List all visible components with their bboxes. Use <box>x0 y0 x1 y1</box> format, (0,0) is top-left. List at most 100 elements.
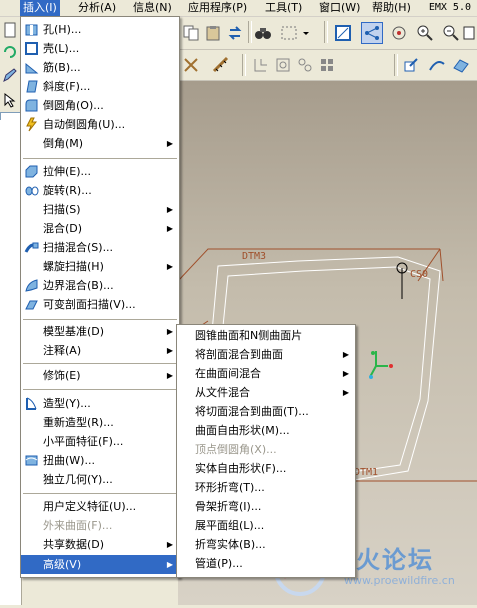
menu-tools[interactable]: 工具(T) <box>262 0 305 16</box>
submenu-item-section-to-surface[interactable]: 将剖面混合到曲面 ▶ <box>177 345 355 364</box>
datum-axis-icon[interactable] <box>272 54 294 76</box>
menu-item-revolve[interactable]: 旋转(R)... <box>21 181 179 200</box>
menu-separator <box>23 493 177 495</box>
submenu-arrow-icon: ▶ <box>166 371 173 380</box>
edit-icon[interactable] <box>2 67 18 83</box>
dropdown-arrow-icon[interactable] <box>300 22 312 44</box>
edge-chain-icon[interactable] <box>426 54 448 76</box>
menu-help[interactable]: 帮助(H) <box>369 0 414 16</box>
menu-window[interactable]: 窗口(W) <box>316 0 363 16</box>
menu-item-swept-blend[interactable]: 扫描混合(S)... <box>21 238 179 257</box>
menu-separator <box>23 363 177 365</box>
zoom-in-icon[interactable] <box>414 22 436 44</box>
submenu-arrow-icon: ▶ <box>166 540 173 549</box>
menu-item-restyle[interactable]: 重新造型(R)... <box>21 413 179 432</box>
submenu-arrow-icon: ▶ <box>342 350 349 359</box>
product-label: EMX 5.0 <box>428 2 471 13</box>
paste-icon[interactable] <box>202 22 224 44</box>
menu-insert[interactable]: 插入(I) <box>20 0 60 16</box>
submenu-item-from-file[interactable]: 从文件混合 ▶ <box>177 383 355 402</box>
datum-csys-icon[interactable] <box>316 54 338 76</box>
toolbar-feature <box>178 50 477 81</box>
datum-axis-display-icon[interactable] <box>361 22 383 44</box>
menu-item-hole[interactable]: 孔(H)... <box>21 20 179 39</box>
insert-menu: 孔(H)... 壳(L)... 筋(B)... 斜度(F)... 倒圆角(O).… <box>20 16 180 578</box>
menu-item-sweep[interactable]: 扫描(S) ▶ <box>21 200 179 219</box>
submenu-item-conic-surface[interactable]: 圆锥曲面和N侧曲面片 <box>177 326 355 345</box>
sketch-icon[interactable] <box>400 54 422 76</box>
menu-item-foreign-surface: 外来曲面(F)... <box>21 516 179 535</box>
menu-item-label: 造型(Y)... <box>43 397 91 410</box>
menu-item-rib[interactable]: 筋(B)... <box>21 58 179 77</box>
style-icon <box>26 397 37 410</box>
surface-icon[interactable] <box>450 54 472 76</box>
zoom-out-icon[interactable] <box>440 22 462 44</box>
menu-item-advanced[interactable]: 高级(V) ▶ <box>21 555 179 574</box>
menu-item-variable-section-sweep[interactable]: 可变剖面扫描(V)... <box>21 295 179 314</box>
menu-item-label: 模型基准(D) <box>43 325 105 338</box>
menu-item-label: 小平面特征(F)... <box>43 435 124 448</box>
undo-icon[interactable] <box>2 44 18 60</box>
submenu-item-pipe[interactable]: 管道(P)... <box>177 554 355 573</box>
menu-item-independent-geometry[interactable]: 独立几何(Y)... <box>21 470 179 489</box>
new-icon[interactable] <box>2 22 18 38</box>
datum-plane-icon[interactable] <box>250 54 272 76</box>
advanced-submenu: 圆锥曲面和N侧曲面片 将剖面混合到曲面 ▶ 在曲面间混合 ▶ 从文件混合 ▶ 将… <box>176 324 356 578</box>
menu-item-udf[interactable]: 用户定义特征(U)... <box>21 497 179 516</box>
menu-item-round[interactable]: 倒圆角(O)... <box>21 96 179 115</box>
orient-icon[interactable] <box>388 22 410 44</box>
draft-icon <box>26 80 38 93</box>
find-icon[interactable] <box>252 22 274 44</box>
menu-item-label: 骨架折弯(I)... <box>195 500 262 513</box>
submenu-item-solid-free-form[interactable]: 实体自由形状(F)... <box>177 459 355 478</box>
menu-item-shared-data[interactable]: 共享数据(D) ▶ <box>21 535 179 554</box>
submenu-item-surface-free-form[interactable]: 曲面自由形状(M)... <box>177 421 355 440</box>
menu-item-chamfer[interactable]: 倒角(M) ▶ <box>21 134 179 153</box>
menu-item-annotation[interactable]: 注释(A) ▶ <box>21 341 179 360</box>
submenu-arrow-icon: ▶ <box>166 224 173 233</box>
submenu-item-tangent-to-surface[interactable]: 将切面混合到曲面(T)... <box>177 402 355 421</box>
submenu-arrow-icon: ▶ <box>166 139 173 148</box>
datum-plane-display-icon[interactable] <box>332 22 354 44</box>
submenu-item-toroidal-bend[interactable]: 环形折弯(T)... <box>177 478 355 497</box>
menu-info[interactable]: 信息(N) <box>130 0 175 16</box>
menu-item-helical-sweep[interactable]: 螺旋扫描(H) ▶ <box>21 257 179 276</box>
menu-item-shell[interactable]: 壳(L)... <box>21 39 179 58</box>
menu-item-boundary-blend[interactable]: 边界混合(B)... <box>21 276 179 295</box>
menu-item-label: 扫描混合(S)... <box>43 241 114 254</box>
menu-item-warp[interactable]: 扭曲(W)... <box>21 451 179 470</box>
menu-item-label: 扫描(S) <box>43 203 81 216</box>
menu-item-extrude[interactable]: 拉伸(E)... <box>21 162 179 181</box>
menu-item-facet-feature[interactable]: 小平面特征(F)... <box>21 432 179 451</box>
cross-section-icon[interactable] <box>180 54 202 76</box>
select-box-icon[interactable] <box>278 22 300 44</box>
menu-applications[interactable]: 应用程序(P) <box>185 0 250 16</box>
datum-label-cs0: CS0 <box>410 269 429 280</box>
menu-bar: 插入(I) 分析(A) 信息(N) 应用程序(P) 工具(T) 窗口(W) 帮助… <box>0 0 477 17</box>
menu-item-label: 拉伸(E)... <box>43 165 92 178</box>
copy-icon[interactable] <box>180 22 202 44</box>
refit-icon[interactable] <box>462 22 476 44</box>
submenu-item-between-surfaces[interactable]: 在曲面间混合 ▶ <box>177 364 355 383</box>
submenu-item-bend-solid[interactable]: 折弯实体(B)... <box>177 535 355 554</box>
menu-item-model-datum[interactable]: 模型基准(D) ▶ <box>21 322 179 341</box>
submenu-arrow-icon: ▶ <box>166 205 173 214</box>
select-icon[interactable] <box>2 92 18 108</box>
submenu-item-spinal-bend[interactable]: 骨架折弯(I)... <box>177 497 355 516</box>
menu-item-draft[interactable]: 斜度(F)... <box>21 77 179 96</box>
submenu-item-flatten-quilt[interactable]: 展平面组(L)... <box>177 516 355 535</box>
datum-point-icon[interactable] <box>294 54 316 76</box>
menu-item-label: 在曲面间混合 <box>195 367 261 380</box>
swept-blend-icon <box>24 242 39 253</box>
submenu-arrow-icon: ▶ <box>166 327 173 336</box>
menu-item-style[interactable]: 造型(Y)... <box>21 394 179 413</box>
measure-icon[interactable] <box>210 54 232 76</box>
regenerate-icon[interactable] <box>224 22 246 44</box>
menu-item-auto-round[interactable]: 自动倒圆角(U)... <box>21 115 179 134</box>
menu-item-blend[interactable]: 混合(D) ▶ <box>21 219 179 238</box>
menu-item-label: 用户定义特征(U)... <box>43 500 137 513</box>
menu-analysis[interactable]: 分析(A) <box>75 0 119 16</box>
menu-item-cosmetic[interactable]: 修饰(E) ▶ <box>21 366 179 385</box>
toolbar-separator <box>242 54 246 76</box>
extrude-icon <box>25 165 38 178</box>
